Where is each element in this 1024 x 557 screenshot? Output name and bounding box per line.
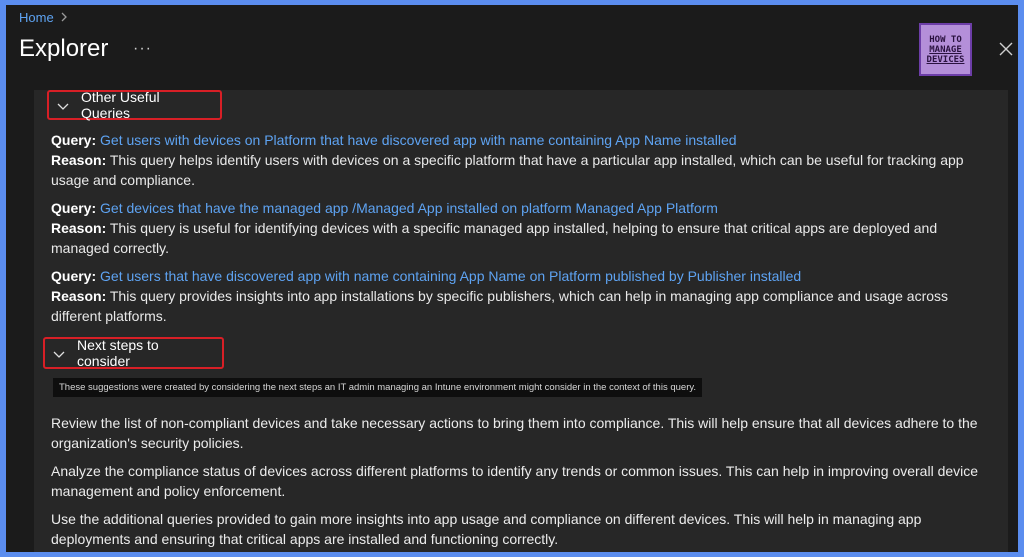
next-steps-label: Next steps to consider — [77, 337, 159, 369]
next-steps-toggle[interactable]: Next steps to consider — [43, 337, 224, 369]
query-label: Query: — [51, 268, 97, 284]
brand-logo: HOW TO MANAGE DEVICES — [919, 23, 972, 76]
other-queries-toggle[interactable]: Other Useful Queries — [47, 89, 222, 121]
results-panel: Other Useful Queries Query: Get users wi… — [34, 89, 1008, 552]
query-reason: This query helps identify users with dev… — [51, 152, 964, 188]
query-reason: This query provides insights into app in… — [51, 288, 949, 324]
chevron-right-icon — [60, 11, 68, 25]
query-link[interactable]: Get users that have discovered app with … — [100, 268, 801, 284]
more-icon[interactable]: ··· — [133, 40, 152, 58]
logo-line-2: MANAGE — [929, 44, 962, 55]
logo-line-3: DEVICES — [926, 54, 965, 65]
query-item: Query: Get users that have discovered ap… — [51, 266, 981, 326]
explorer-window: Home Explorer ··· HOW TO MANAGE DEVICES … — [6, 5, 1018, 552]
next-step-item: Analyze the compliance status of devices… — [51, 463, 979, 499]
page-title: Explorer — [19, 35, 109, 62]
query-label: Query: — [51, 132, 97, 148]
query-reason: This query is useful for identifying dev… — [51, 220, 938, 256]
logo-line-1: HOW TO — [929, 34, 962, 45]
next-step-item: Use the additional queries provided to g… — [51, 511, 922, 547]
query-item: Query: Get users with devices on Platfor… — [51, 130, 981, 190]
breadcrumb: Home — [19, 10, 68, 25]
reason-label: Reason: — [51, 288, 107, 304]
other-queries-label: Other Useful Queries — [81, 89, 160, 121]
query-item: Query: Get devices that have the managed… — [51, 198, 981, 258]
close-icon[interactable] — [998, 41, 1014, 57]
query-link[interactable]: Get users with devices on Platform that … — [100, 132, 737, 148]
breadcrumb-home-link[interactable]: Home — [19, 10, 54, 25]
reason-label: Reason: — [51, 152, 107, 168]
next-step-item: Review the list of non-compliant devices… — [51, 415, 978, 451]
reason-label: Reason: — [51, 220, 107, 236]
suggestion-note: These suggestions were created by consid… — [53, 378, 703, 397]
chevron-down-icon — [57, 99, 69, 111]
query-label: Query: — [51, 200, 97, 216]
query-link[interactable]: Get devices that have the managed app /M… — [100, 200, 718, 216]
chevron-down-icon — [53, 347, 65, 359]
